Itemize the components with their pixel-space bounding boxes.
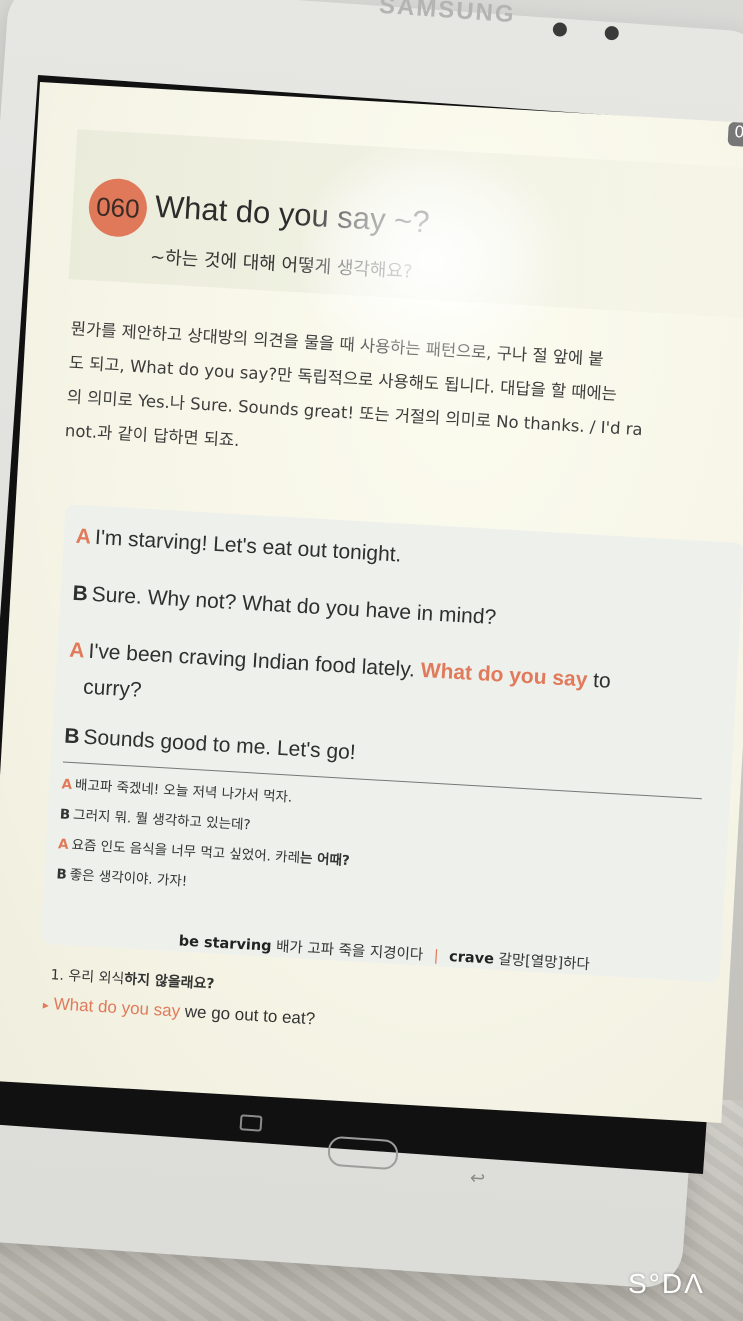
- speaker-label: A: [68, 638, 86, 663]
- speaker-label: B: [63, 724, 81, 749]
- speaker-label: B: [71, 581, 89, 606]
- brand-logo: SAMSUNG: [378, 0, 517, 29]
- sensor-icon: [604, 25, 620, 41]
- dialog-line-continuation: curry?: [82, 675, 143, 702]
- speaker-label: B: [59, 806, 71, 823]
- watermark-logo: S°DΛ: [628, 1268, 705, 1299]
- vocab-term: crave: [448, 949, 495, 968]
- back-button[interactable]: ↩: [469, 1167, 486, 1189]
- speaker-label: A: [61, 776, 73, 793]
- home-button[interactable]: [327, 1135, 399, 1171]
- intro-paragraph: 뭔가를 제안하고 상대방의 의견을 물을 때 사용하는 패턴으로, 구나 절 앞…: [64, 312, 743, 488]
- recent-apps-button[interactable]: [239, 1114, 263, 1132]
- question-text: 1. 우리 외식: [50, 967, 125, 988]
- answer-highlight: What do you say: [53, 994, 181, 1021]
- speaker-label: A: [75, 524, 92, 549]
- ebook-page[interactable]: 0 060 What do you say ~? ~하는 것에 대해 어떻게 생…: [0, 82, 743, 1123]
- question-bold: 하지 않을래요?: [123, 971, 215, 993]
- answer-text: we go out to eat?: [179, 1001, 316, 1029]
- vocab-definition: 배가 고파 죽을 지경이다: [275, 939, 424, 964]
- page-corner-label: 0: [727, 121, 743, 149]
- answer-marker-icon: ▸: [42, 997, 50, 1013]
- translation-bold: 는 어때?: [299, 850, 351, 870]
- speaker-label: B: [55, 866, 68, 883]
- exercise-answer: ▸ What do you say we go out to eat?: [42, 994, 315, 1030]
- dialog-text: to: [586, 668, 612, 693]
- front-camera-icon: [552, 22, 568, 37]
- speaker-label: A: [57, 836, 70, 853]
- vocab-separator: |: [433, 948, 440, 965]
- exercise-question: 1. 우리 외식하지 않을래요?: [50, 964, 215, 993]
